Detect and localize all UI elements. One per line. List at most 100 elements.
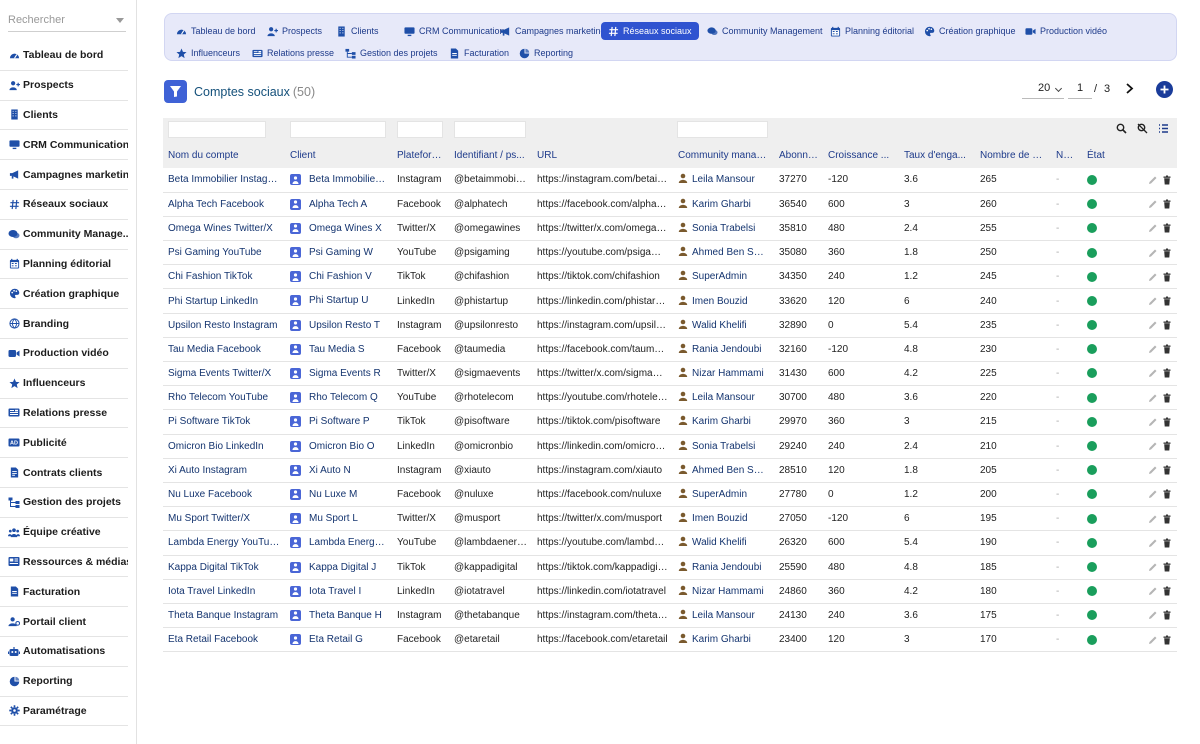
module-tab-influenceurs[interactable]: Influenceurs [169,44,247,62]
cell-client[interactable]: Pi Software P [285,409,392,435]
delete-trash-icon[interactable] [1162,562,1172,572]
cell-client[interactable]: Eta Retail G [285,627,392,653]
delete-trash-icon[interactable] [1162,248,1172,258]
edit-pencil-icon[interactable] [1148,393,1158,403]
sidebar-item-crm-communication[interactable]: CRM Communication [0,130,128,161]
column-header-abonnes[interactable]: Abonnés [774,142,823,168]
sidebar-item-creation-graphique[interactable]: Création graphique [0,279,128,310]
cell-account-name[interactable]: Iota Travel LinkedIn [163,579,285,604]
cell-community-manager[interactable]: Sonia Trabelsi [673,434,774,459]
chevron-down-icon[interactable] [116,18,124,23]
sidebar-item-influenceurs[interactable]: Influenceurs [0,369,128,399]
edit-pencil-icon[interactable] [1148,272,1158,282]
table-row[interactable]: Upsilon Resto Instagram Upsilon Resto T In… [163,313,1177,338]
cell-client[interactable]: Omega Wines X [285,216,392,242]
table-row[interactable]: Beta Immobilier Instagram Beta Immobilier… [163,168,1177,193]
cell-client[interactable]: Alpha Tech A [285,192,392,217]
cell-community-manager[interactable]: Karim Gharbi [673,627,774,653]
table-row[interactable]: Eta Retail Facebook Eta Retail G Facebook @… [163,627,1177,653]
delete-trash-icon[interactable] [1162,199,1172,209]
edit-pencil-icon[interactable] [1148,320,1158,330]
edit-pencil-icon[interactable] [1148,344,1158,354]
cell-community-manager[interactable]: Leila Mansour [673,168,774,193]
delete-trash-icon[interactable] [1162,368,1172,378]
module-tab-community-management[interactable]: Community Management [700,22,830,40]
module-tab-planning-editorial[interactable]: Planning éditorial [823,22,921,40]
next-page-icon[interactable] [1124,83,1135,94]
cell-account-name[interactable]: Eta Retail Facebook [163,627,285,653]
cell-account-name[interactable]: Kappa Digital TikTok [163,555,285,580]
cell-client[interactable]: Psi Gaming W [285,240,392,266]
table-row[interactable]: Alpha Tech Facebook Alpha Tech A Facebook @… [163,192,1177,217]
list-view-icon[interactable] [1158,123,1169,134]
delete-trash-icon[interactable] [1162,223,1172,233]
delete-trash-icon[interactable] [1162,344,1172,354]
sidebar-item-portail-client[interactable]: Portail client [0,607,128,637]
table-row[interactable]: Nu Luxe Facebook Nu Luxe M Facebook @nuluxe… [163,482,1177,508]
cell-client[interactable]: Phi Startup U [285,288,392,314]
edit-pencil-icon[interactable] [1148,489,1158,499]
cell-client[interactable]: Theta Banque H [285,603,392,629]
cell-client[interactable]: Rho Telecom Q [285,385,392,411]
column-header-url[interactable]: URL [532,142,673,168]
table-row[interactable]: Theta Banque Instagram Theta Banque H Inst… [163,603,1177,629]
cell-community-manager[interactable]: Ahmed Ben Salah [673,240,774,266]
cell-client[interactable]: Xi Auto N [285,458,392,483]
column-header-community-manager[interactable]: Community manager [673,142,774,168]
edit-pencil-icon[interactable] [1148,562,1158,572]
column-header-nombre-de-p[interactable]: Nombre de p... [975,142,1051,168]
module-tab-tableau-de-bord[interactable]: Tableau de bord [169,22,263,40]
table-row[interactable]: Rho Telecom YouTube Rho Telecom Q YouTube @… [163,385,1177,411]
cell-community-manager[interactable]: Rania Jendoubi [673,337,774,363]
module-tab-creation-graphique[interactable]: Création graphique [917,22,1023,40]
cell-account-name[interactable]: Beta Immobilier Instagram [163,168,285,193]
edit-pencil-icon[interactable] [1148,514,1158,524]
table-row[interactable]: Xi Auto Instagram Xi Auto N Instagram @xiau… [163,458,1177,483]
sidebar-item-reporting[interactable]: Reporting [0,667,128,697]
table-row[interactable]: Iota Travel LinkedIn Iota Travel I LinkedI… [163,579,1177,604]
delete-trash-icon[interactable] [1162,175,1172,185]
delete-trash-icon[interactable] [1162,465,1172,475]
sidebar-item-equipe-creative[interactable]: Équipe créative [0,518,128,548]
cell-client[interactable]: Lambda Energy K [285,530,392,556]
sidebar-item-relations-presse[interactable]: Relations presse [0,399,128,429]
cell-account-name[interactable]: Xi Auto Instagram [163,458,285,483]
edit-pencil-icon[interactable] [1148,465,1158,475]
cell-community-manager[interactable]: Walid Khelifi [673,530,774,556]
cell-community-manager[interactable]: Karim Gharbi [673,192,774,217]
cell-community-manager[interactable]: Sonia Trabelsi [673,216,774,242]
cell-account-name[interactable]: Alpha Tech Facebook [163,192,285,217]
cell-community-manager[interactable]: SuperAdmin [673,264,774,290]
cell-client[interactable]: Iota Travel I [285,579,392,604]
cell-account-name[interactable]: Chi Fashion TikTok [163,264,285,290]
cell-client[interactable]: Chi Fashion V [285,264,392,290]
add-record-button[interactable] [1156,81,1173,98]
sidebar-item-planning-editorial[interactable]: Planning éditorial [0,250,128,280]
cell-client[interactable]: Omicron Bio O [285,434,392,459]
cell-community-manager[interactable]: Nizar Hammami [673,579,774,604]
column-header-plateforme[interactable]: Plateforme [392,142,449,168]
edit-pencil-icon[interactable] [1148,368,1158,378]
table-row[interactable]: Chi Fashion TikTok Chi Fashion V TikTok @ch… [163,264,1177,290]
cell-account-name[interactable]: Sigma Events Twitter/X [163,361,285,387]
edit-pencil-icon[interactable] [1148,417,1158,427]
delete-trash-icon[interactable] [1162,393,1172,403]
delete-trash-icon[interactable] [1162,610,1172,620]
delete-trash-icon[interactable] [1162,635,1172,645]
filter-platform-input[interactable] [397,121,443,138]
cell-community-manager[interactable]: Ahmed Ben Salah [673,458,774,483]
table-row[interactable]: Mu Sport Twitter/X Mu Sport L Twitter/X @mu… [163,506,1177,532]
cell-account-name[interactable]: Upsilon Resto Instagram [163,313,285,338]
column-header-note[interactable]: Note [1051,142,1082,168]
edit-pencil-icon[interactable] [1148,635,1158,645]
delete-trash-icon[interactable] [1162,538,1172,548]
edit-pencil-icon[interactable] [1148,586,1158,596]
module-tab-relations-presse[interactable]: Relations presse [245,44,341,62]
cell-client[interactable]: Tau Media S [285,337,392,363]
table-row[interactable]: Sigma Events Twitter/X Sigma Events R Twit… [163,361,1177,387]
sidebar-item-publicite[interactable]: AD Publicité [0,428,128,459]
edit-pencil-icon[interactable] [1148,538,1158,548]
sidebar-item-community-manage[interactable]: Community Manage... [0,220,128,250]
search-icon[interactable] [1116,123,1127,134]
sidebar-item-prospects[interactable]: Prospects [0,71,128,101]
